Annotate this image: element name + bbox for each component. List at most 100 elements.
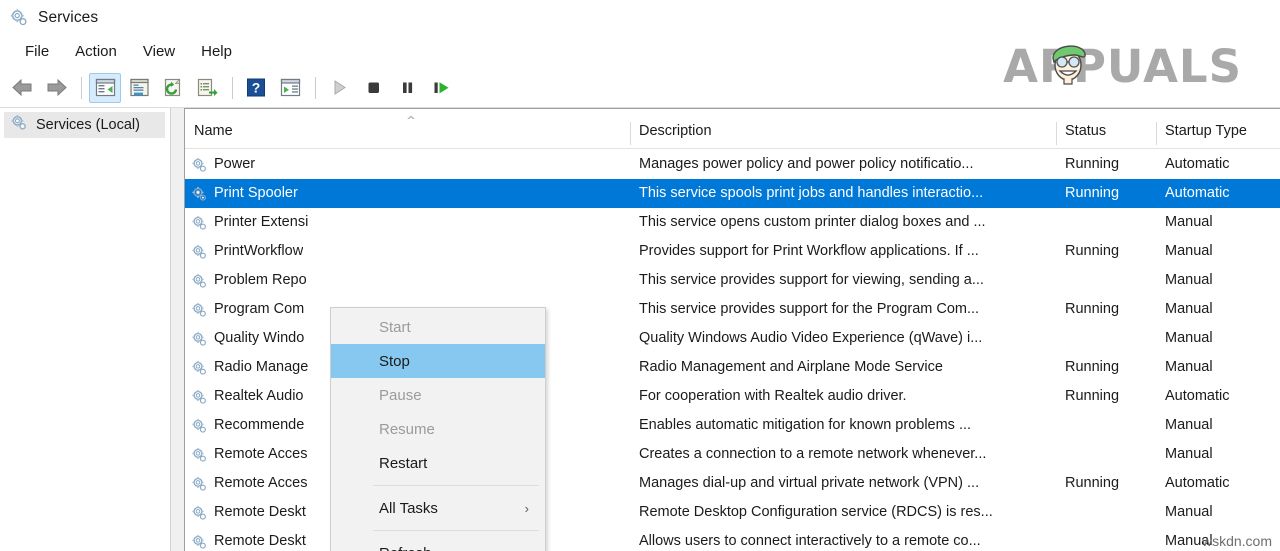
column-header-name[interactable]: Name <box>185 119 630 148</box>
sort-indicator-strip <box>185 109 1280 119</box>
cell-startup-type: Manual <box>1156 411 1280 440</box>
main-content: Services (Local) Name Description Status… <box>0 108 1280 551</box>
table-row[interactable]: Printer ExtensiThis service opens custom… <box>185 208 1280 237</box>
help-question-icon[interactable]: ? <box>240 73 272 103</box>
toolbar-separator-3 <box>315 77 316 99</box>
service-gear-icon <box>191 272 208 289</box>
table-row[interactable]: Print Spooler This service spools print j… <box>185 179 1280 208</box>
service-gear-icon <box>191 417 208 434</box>
toolbar: ? <box>0 68 1280 108</box>
cell-name: Problem Repo <box>185 266 630 295</box>
service-name-label: Remote Deskt <box>214 527 306 551</box>
menu-view[interactable]: View <box>130 40 188 64</box>
service-gear-icon <box>191 359 208 376</box>
service-name-label: Realtek Audio <box>214 382 303 411</box>
menu-file[interactable]: File <box>12 40 62 64</box>
context-menu-separator <box>373 530 539 531</box>
service-gear-icon <box>191 504 208 521</box>
menu-help[interactable]: Help <box>188 40 245 64</box>
action-pane-icon[interactable] <box>274 73 306 103</box>
list-column-headers: Name Description Status Startup Type <box>185 119 1280 149</box>
context-menu-item-pause: Pause <box>331 378 545 412</box>
service-gear-icon <box>191 533 208 550</box>
cell-status: Running <box>1056 295 1156 324</box>
cell-description: This service provides support for viewin… <box>630 266 1056 295</box>
cell-description: Creates a connection to a remote network… <box>630 440 1056 469</box>
cell-description: Allows users to connect interactively to… <box>630 527 1056 551</box>
window-title: Services <box>38 9 98 27</box>
sidebar-item-label: Services (Local) <box>36 117 140 133</box>
back-button[interactable] <box>6 73 38 103</box>
menu-action[interactable]: Action <box>62 40 130 64</box>
context-menu-item-resume: Resume <box>331 412 545 446</box>
service-name-label: Recommende <box>214 411 304 440</box>
column-header-description[interactable]: Description <box>630 119 1056 148</box>
context-menu-item-restart[interactable]: Restart <box>331 446 545 480</box>
cell-description: Manages power policy and power policy no… <box>630 150 1056 179</box>
cell-startup-type: Manual <box>1156 324 1280 353</box>
cell-status: Running <box>1056 150 1156 179</box>
toolbar-separator-2 <box>232 77 233 99</box>
console-tree-icon[interactable] <box>89 73 121 103</box>
context-menu-item-label: Pause <box>379 387 422 404</box>
cell-description: Remote Desktop Configuration service (RD… <box>630 498 1056 527</box>
service-name-label: Remote Deskt <box>214 498 306 527</box>
column-header-status[interactable]: Status <box>1056 119 1156 148</box>
services-gear-icon <box>9 8 29 28</box>
cell-description: Quality Windows Audio Video Experience (… <box>630 324 1056 353</box>
table-row[interactable]: PrintWorkflow Provides support for Print … <box>185 237 1280 266</box>
cell-status <box>1056 440 1156 469</box>
services-window: Services File Action View Help <box>0 0 1280 551</box>
context-menu-item-label: Refresh <box>379 545 432 551</box>
svg-text:?: ? <box>252 80 261 96</box>
console-tree-pane: Services (Local) <box>0 108 170 551</box>
restart-play-icon[interactable] <box>425 73 457 103</box>
service-name-label: PrintWorkflow <box>214 237 303 266</box>
context-menu-item-all-tasks[interactable]: All Tasks› <box>331 491 545 525</box>
cell-startup-type: Manual <box>1156 237 1280 266</box>
service-name-label: Radio Manage <box>214 353 308 382</box>
cell-name: PrintWorkflow <box>185 237 630 266</box>
service-gear-icon <box>191 156 208 173</box>
cell-description: This service provides support for the Pr… <box>630 295 1056 324</box>
cell-status <box>1056 266 1156 295</box>
cell-status <box>1056 411 1156 440</box>
forward-button[interactable] <box>40 73 72 103</box>
service-gear-icon <box>191 214 208 231</box>
pane-splitter[interactable] <box>170 108 184 551</box>
properties-window-icon[interactable] <box>123 73 155 103</box>
toolbar-separator-1 <box>81 77 82 99</box>
cell-status: Running <box>1056 179 1156 208</box>
cell-name: Power <box>185 150 630 179</box>
context-menu-item-refresh[interactable]: Refresh <box>331 536 545 551</box>
play-icon[interactable] <box>323 73 355 103</box>
cell-description: For cooperation with Realtek audio drive… <box>630 382 1056 411</box>
context-menu-item-label: Stop <box>379 353 410 370</box>
cell-description: Provides support for Print Workflow appl… <box>630 237 1056 266</box>
cell-startup-type: Manual <box>1156 498 1280 527</box>
context-menu-item-start: Start <box>331 310 545 344</box>
refresh-icon[interactable] <box>157 73 189 103</box>
sidebar-item-services-local[interactable]: Services (Local) <box>4 112 165 138</box>
context-menu-item-stop[interactable]: Stop <box>331 344 545 378</box>
cell-startup-type: Manual <box>1156 295 1280 324</box>
cell-startup-type: Manual <box>1156 440 1280 469</box>
cell-description: This service spools print jobs and handl… <box>630 179 1056 208</box>
column-header-startup-type[interactable]: Startup Type <box>1156 119 1280 148</box>
cell-status <box>1056 208 1156 237</box>
service-gear-icon <box>191 301 208 318</box>
cell-startup-type: Manual <box>1156 353 1280 382</box>
cell-description: Enables automatic mitigation for known p… <box>630 411 1056 440</box>
cell-status <box>1056 498 1156 527</box>
stop-square-icon[interactable] <box>357 73 389 103</box>
services-gear-icon <box>10 114 28 137</box>
pause-bars-icon[interactable] <box>391 73 423 103</box>
chevron-up-icon <box>404 110 418 119</box>
table-row[interactable]: Problem RepoThis service provides suppor… <box>185 266 1280 295</box>
table-row[interactable]: PowerManages power policy and power poli… <box>185 150 1280 179</box>
export-list-icon[interactable] <box>191 73 223 103</box>
service-name-label: Quality Windo <box>214 324 304 353</box>
context-menu-item-label: Resume <box>379 421 435 438</box>
service-name-label: Print Spooler <box>214 179 298 208</box>
context-menu-item-label: Restart <box>379 455 427 472</box>
